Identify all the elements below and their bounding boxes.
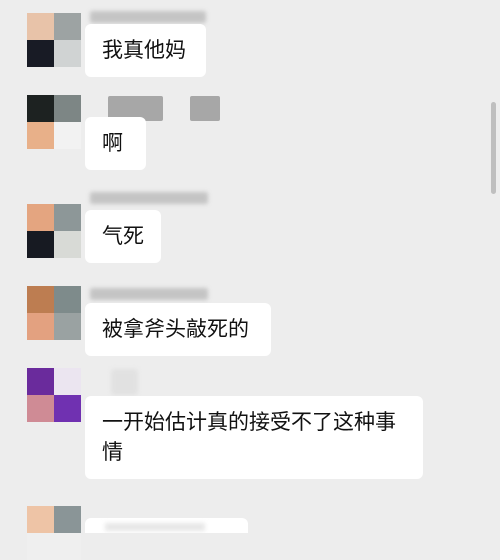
sender-name-redacted xyxy=(90,192,208,204)
avatar-pixel xyxy=(54,533,81,560)
avatar-pixel xyxy=(27,533,54,560)
avatar-pixel xyxy=(27,40,54,67)
sender-avatar[interactable] xyxy=(27,286,81,340)
avatar-pixel xyxy=(27,122,54,149)
avatar-pixel xyxy=(27,286,54,313)
message-text: 我真他妈 xyxy=(102,38,186,62)
avatar-pixel xyxy=(54,95,81,122)
message-text: 被拿斧头敲死的 xyxy=(102,317,249,341)
scrollbar-thumb[interactable] xyxy=(491,102,496,194)
avatar-pixel xyxy=(54,506,81,533)
avatar-pixel xyxy=(54,286,81,313)
avatar-pixel xyxy=(54,122,81,149)
message-text: 啊 xyxy=(102,131,123,155)
message-bubble[interactable]: 气死 xyxy=(85,210,161,263)
sender-avatar[interactable] xyxy=(27,204,81,258)
chat-message-list[interactable]: 我真他妈 啊 气死 被拿斧头敲死的 一开始估计真的接受不了这种事情 xyxy=(0,0,500,560)
avatar-pixel xyxy=(27,395,54,422)
avatar-pixel xyxy=(27,13,54,40)
message-bubble[interactable] xyxy=(85,518,248,533)
avatar-pixel xyxy=(54,13,81,40)
message-text: 气死 xyxy=(102,224,144,248)
message-bubble[interactable]: 被拿斧头敲死的 xyxy=(85,303,271,356)
avatar-pixel xyxy=(27,506,54,533)
sender-avatar[interactable] xyxy=(27,95,81,149)
sender-avatar[interactable] xyxy=(27,368,81,422)
sender-name-redacted xyxy=(90,11,206,23)
avatar-pixel xyxy=(27,204,54,231)
message-bubble[interactable]: 我真他妈 xyxy=(85,24,206,77)
sender-name-redacted xyxy=(90,288,208,300)
avatar-pixel xyxy=(54,313,81,340)
sender-avatar[interactable] xyxy=(27,13,81,67)
avatar-pixel xyxy=(54,368,81,395)
message-text: 一开始估计真的接受不了这种事情 xyxy=(102,410,396,464)
avatar-pixel xyxy=(54,204,81,231)
avatar-pixel xyxy=(27,313,54,340)
avatar-pixel xyxy=(27,231,54,258)
message-bubble[interactable]: 一开始估计真的接受不了这种事情 xyxy=(85,396,423,479)
avatar-pixel xyxy=(54,231,81,258)
sender-name-redacted xyxy=(90,369,138,395)
avatar-pixel xyxy=(54,395,81,422)
avatar-pixel xyxy=(27,95,54,122)
avatar-pixel xyxy=(54,40,81,67)
avatar-pixel xyxy=(27,368,54,395)
message-bubble[interactable]: 啊 xyxy=(85,117,146,170)
sender-avatar[interactable] xyxy=(27,506,81,560)
